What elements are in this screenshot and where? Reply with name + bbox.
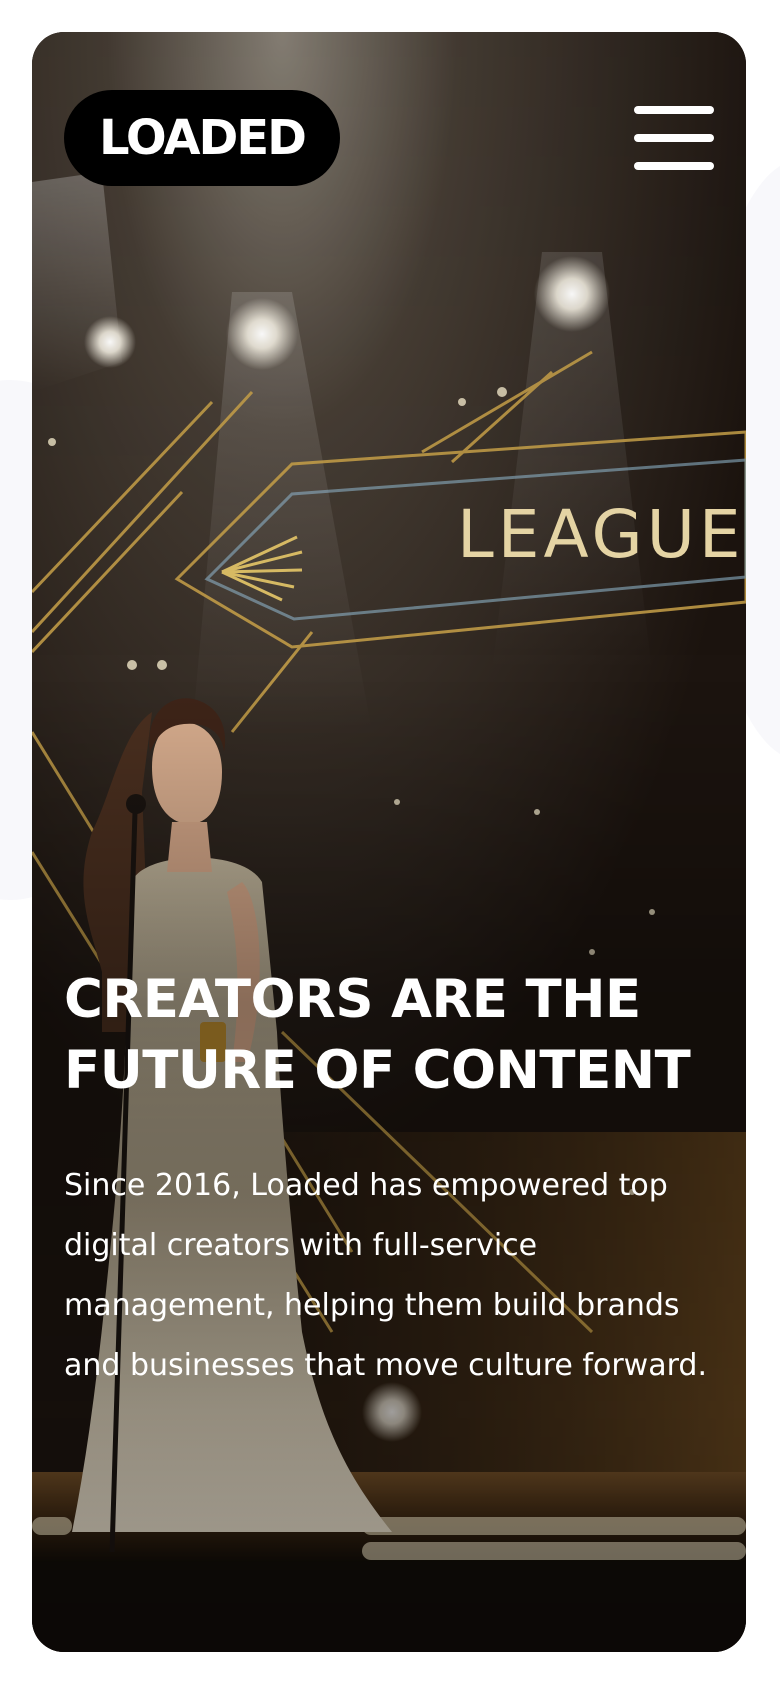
- menu-bar: [634, 162, 714, 170]
- logo: LOADED: [98, 110, 307, 166]
- menu-bar: [634, 106, 714, 114]
- hero-card: LEAGUE C: [32, 32, 746, 1652]
- menu-bar: [634, 134, 714, 142]
- hero-headline-line-1: CREATORS ARE THE: [64, 969, 641, 1030]
- hamburger-menu-icon[interactable]: [634, 106, 714, 170]
- hero-headline-line-2: FUTURE OF CONTENT: [64, 1040, 691, 1101]
- hero-headline: CREATORS ARE THE FUTURE OF CONTENT: [64, 964, 724, 1106]
- hero-overlay: [32, 32, 746, 1652]
- logo-link[interactable]: LOADED: [64, 90, 340, 186]
- hero-description: Since 2016, Loaded has empowered top dig…: [64, 1168, 707, 1383]
- page: LEAGUE C: [0, 0, 780, 1688]
